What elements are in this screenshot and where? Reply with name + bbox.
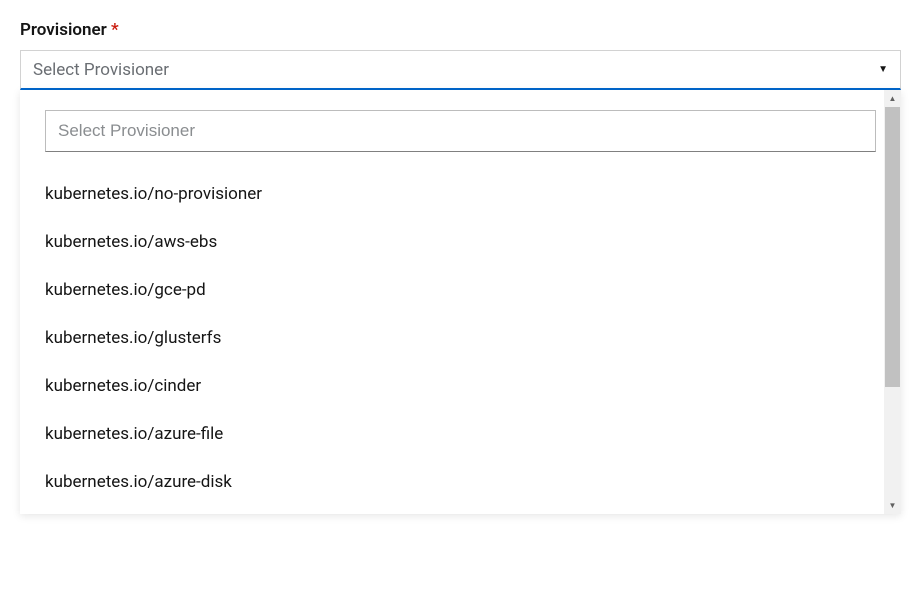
select-placeholder-text: Select Provisioner <box>33 60 169 80</box>
provisioner-select: Select Provisioner ▼ kubernetes.io/no-pr… <box>20 50 901 514</box>
caret-down-icon: ▼ <box>878 64 888 75</box>
field-label-text: Provisioner <box>20 20 107 40</box>
filter-input[interactable] <box>45 110 876 152</box>
dropdown-container: kubernetes.io/no-provisioner kubernetes.… <box>20 90 901 514</box>
option-item[interactable]: kubernetes.io/gce-pd <box>45 266 876 314</box>
option-item[interactable]: kubernetes.io/cinder <box>45 362 876 410</box>
scrollbar-up-arrow-icon[interactable]: ▲ <box>884 90 901 107</box>
provisioner-dropdown-panel: kubernetes.io/no-provisioner kubernetes.… <box>20 90 901 514</box>
scrollbar-down-arrow-icon[interactable]: ▼ <box>884 497 901 514</box>
field-label: Provisioner * <box>20 20 901 40</box>
option-item[interactable]: kubernetes.io/azure-file <box>45 410 876 458</box>
option-item[interactable]: kubernetes.io/no-provisioner <box>45 170 876 218</box>
option-item[interactable]: kubernetes.io/azure-disk <box>45 458 876 506</box>
option-item[interactable]: kubernetes.io/glusterfs <box>45 314 876 362</box>
provisioner-select-button[interactable]: Select Provisioner ▼ <box>20 50 901 90</box>
filter-input-wrap <box>45 110 876 152</box>
scrollbar-thumb[interactable] <box>885 107 900 387</box>
required-asterisk: * <box>111 20 119 40</box>
option-item[interactable]: kubernetes.io/aws-ebs <box>45 218 876 266</box>
dropdown-content: kubernetes.io/no-provisioner kubernetes.… <box>20 90 901 514</box>
option-list: kubernetes.io/no-provisioner kubernetes.… <box>45 170 876 506</box>
scrollbar-track[interactable]: ▲ ▼ <box>884 90 901 514</box>
dropdown-scroll-area: kubernetes.io/no-provisioner kubernetes.… <box>20 90 901 514</box>
